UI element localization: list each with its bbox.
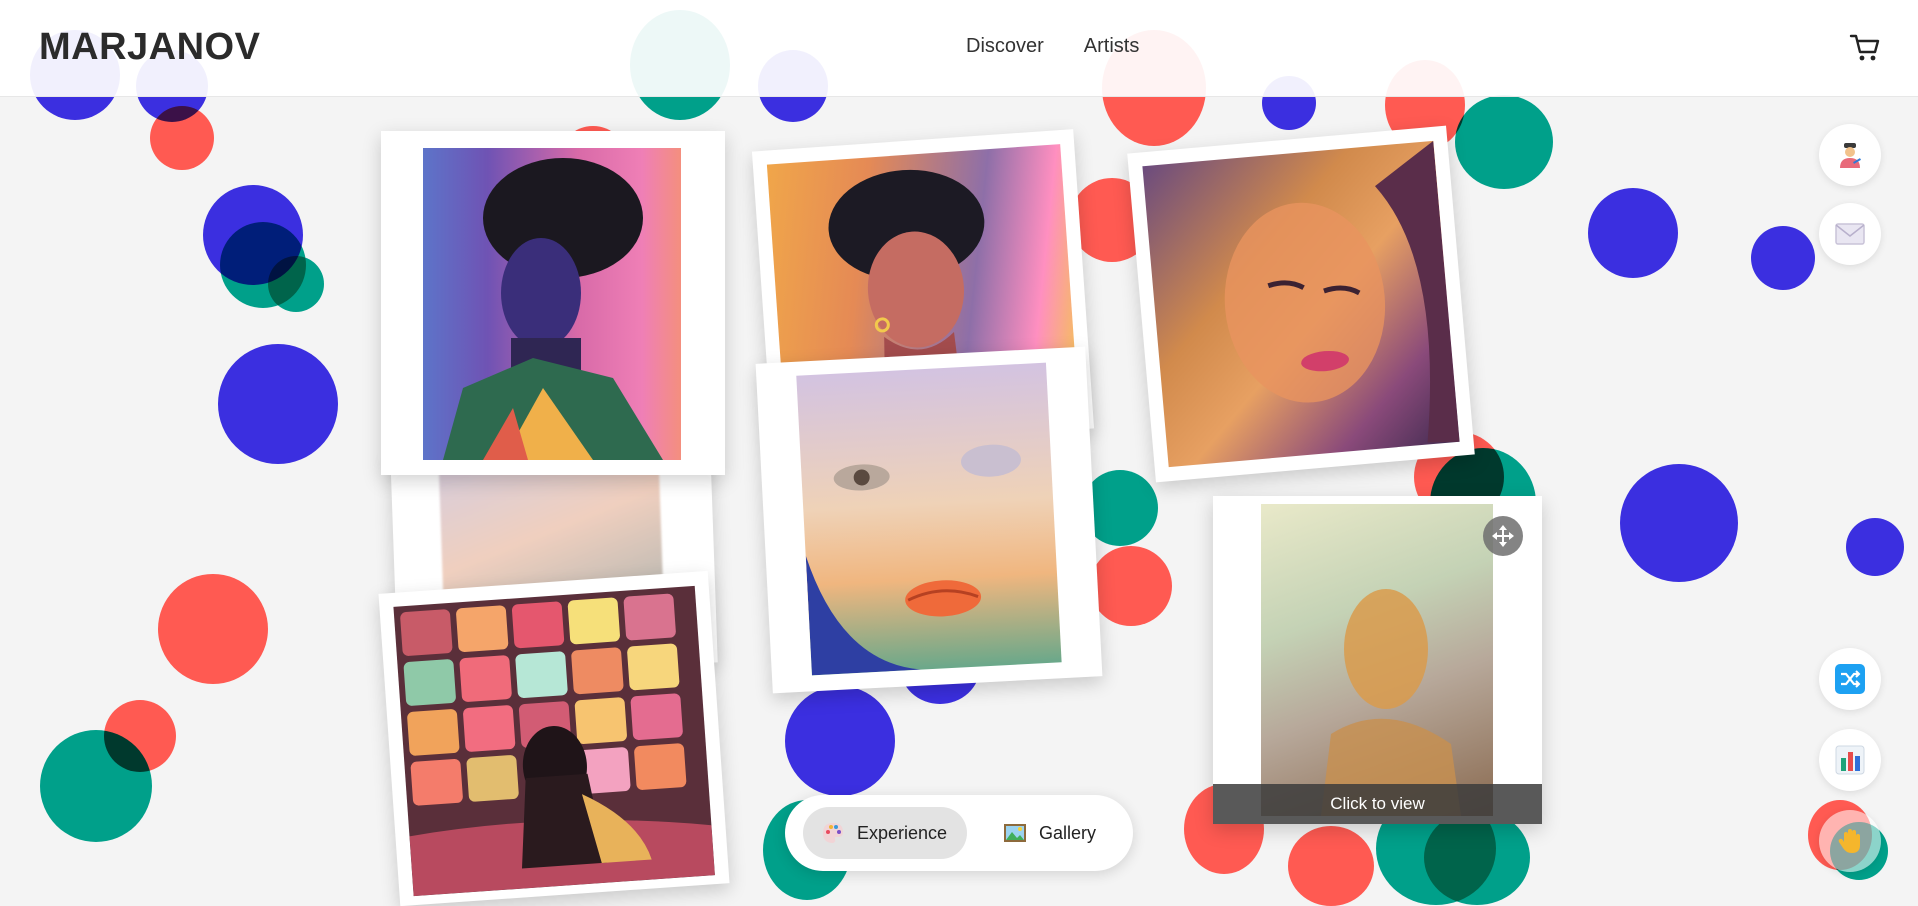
- experience-mode-button[interactable]: Experience: [803, 807, 967, 859]
- portrait-figure: [443, 158, 663, 460]
- site-header: MARJANOV Discover Artists: [0, 0, 1918, 97]
- mode-switcher: Experience Gallery: [785, 795, 1133, 871]
- artwork-image: [423, 148, 681, 460]
- portrait-figure: [1321, 589, 1461, 816]
- shuffle-icon: [1835, 664, 1865, 694]
- stats-button[interactable]: [1819, 729, 1881, 791]
- picture-icon: [1004, 824, 1026, 842]
- portrait-figure: [805, 444, 1021, 676]
- decor-dot: [1751, 226, 1815, 290]
- click-to-view-caption[interactable]: Click to view: [1213, 784, 1542, 824]
- artist-icon: [1840, 143, 1861, 168]
- artist-button[interactable]: [1819, 124, 1881, 186]
- gallery-mode-label: Gallery: [1039, 822, 1097, 843]
- artwork-image: [1142, 140, 1460, 468]
- artwork-card-girl-with-tvs[interactable]: [378, 570, 730, 906]
- experience-mode-label: Experience: [857, 822, 948, 843]
- decor-dot: [1620, 464, 1738, 582]
- decor-dot: [268, 256, 324, 312]
- decor-dot: [150, 106, 214, 170]
- artwork-image: [1261, 504, 1493, 816]
- decor-dot: [158, 574, 268, 684]
- decor-dot: [40, 730, 152, 842]
- artwork-card-hazy-portrait[interactable]: Click to view: [1213, 496, 1542, 824]
- contact-button[interactable]: [1819, 203, 1881, 265]
- nav-discover[interactable]: Discover: [966, 35, 1044, 58]
- decor-dot: [1846, 518, 1904, 576]
- hand-icon: [1838, 829, 1860, 853]
- decor-dot: [1424, 810, 1530, 905]
- cart-icon[interactable]: [1848, 30, 1882, 64]
- decor-dot: [1588, 188, 1678, 278]
- gallery-mode-button[interactable]: Gallery: [985, 807, 1115, 859]
- site-logo[interactable]: MARJANOV: [39, 26, 260, 69]
- shuffle-button[interactable]: [1819, 648, 1881, 710]
- mail-icon: [1835, 223, 1865, 245]
- bar-chart-icon: [1835, 745, 1865, 775]
- artwork-card-face-closeup[interactable]: [755, 346, 1103, 694]
- decor-dot: [218, 344, 338, 464]
- palette-icon: [823, 823, 843, 843]
- nav-artists[interactable]: Artists: [1084, 35, 1140, 58]
- artwork-card-portrait-blue-woman[interactable]: [381, 131, 725, 475]
- portrait-figure: [1224, 140, 1460, 443]
- artwork-image: [796, 362, 1062, 676]
- tv-wall-scene: [400, 593, 715, 897]
- main-nav: Discover Artists: [966, 35, 1139, 58]
- decor-dot: [785, 686, 895, 796]
- artwork-image: [393, 585, 715, 897]
- decor-dot: [1288, 826, 1374, 906]
- decor-dot: [1090, 546, 1172, 626]
- decor-dot: [1455, 95, 1553, 189]
- hand-button[interactable]: [1819, 810, 1881, 872]
- artwork-card-portrait-woman-looking-down[interactable]: [1127, 125, 1475, 483]
- move-icon[interactable]: [1483, 516, 1523, 556]
